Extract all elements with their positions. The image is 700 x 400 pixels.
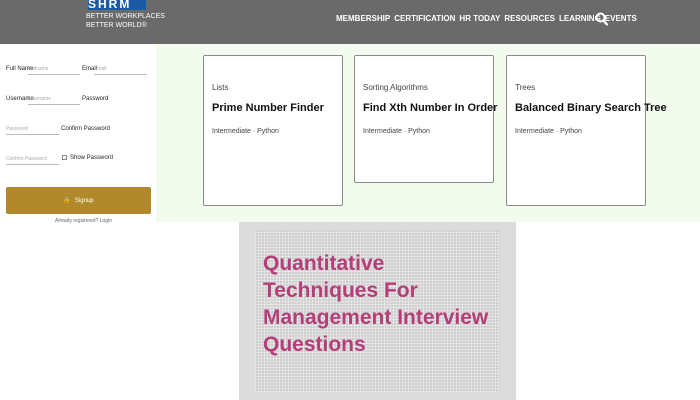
project-card[interactable]: Sorting Algorithms Find Xth Number In Or… bbox=[354, 55, 497, 183]
article-title: Quantitative Techniques For Management I… bbox=[263, 252, 489, 356]
card-title[interactable]: Prime Number Finder bbox=[212, 102, 324, 114]
login-link[interactable]: Already registered? Login bbox=[55, 218, 112, 224]
main-nav: MEMBERSHIP CERTIFICATION HR TODAY RESOUR… bbox=[336, 14, 637, 23]
logo-text[interactable]: SHRM bbox=[88, 0, 131, 11]
card-meta: Intermediate · Python bbox=[363, 128, 430, 135]
project-card[interactable]: Lists Prime Number Finder Intermediate ·… bbox=[203, 55, 343, 206]
logo-tagline-line-1: BETTER WORKPLACES bbox=[86, 13, 165, 20]
show-password-checkbox[interactable] bbox=[62, 155, 67, 160]
confirm-password-input[interactable] bbox=[6, 153, 59, 165]
card-title[interactable]: Find Xth Number In Order bbox=[363, 102, 497, 114]
article-thumbnail[interactable]: Quantitative Techniques For Management I… bbox=[239, 222, 516, 400]
signup-form: Full Name Email Username Password Confir… bbox=[0, 44, 156, 224]
nav-events[interactable]: EVENTS bbox=[605, 14, 637, 23]
card-category: Trees bbox=[515, 83, 536, 92]
signup-button-label: Signup bbox=[74, 198, 94, 204]
lock-icon: 🔒 bbox=[63, 198, 71, 204]
project-cards-strip: Lists Prime Number Finder Intermediate ·… bbox=[156, 44, 700, 222]
nav-certification[interactable]: CERTIFICATION bbox=[394, 14, 455, 23]
card-title[interactable]: Balanced Binary Search Tree bbox=[515, 102, 667, 114]
username-input[interactable] bbox=[28, 93, 80, 105]
top-navigation-bar: SHRM BETTER WORKPLACES BETTER WORLD® MEM… bbox=[0, 0, 700, 44]
signup-button[interactable]: 🔒 Signup bbox=[6, 187, 151, 214]
password-label: Password bbox=[82, 96, 109, 102]
card-category: Lists bbox=[212, 83, 229, 92]
card-category: Sorting Algorithms bbox=[363, 83, 428, 92]
card-meta: Intermediate · Python bbox=[212, 128, 279, 135]
nav-membership[interactable]: MEMBERSHIP bbox=[336, 14, 390, 23]
confirm-password-label: Confirm Password bbox=[61, 126, 111, 132]
article-image[interactable]: Quantitative Techniques For Management I… bbox=[255, 230, 500, 392]
card-meta: Intermediate · Python bbox=[515, 128, 582, 135]
email-input[interactable] bbox=[94, 63, 147, 75]
logo-tagline: BETTER WORKPLACES BETTER WORLD® bbox=[86, 12, 165, 30]
show-password-label: Show Password bbox=[70, 155, 114, 161]
logo-tagline-line-2: BETTER WORLD® bbox=[86, 22, 147, 29]
password-input[interactable] bbox=[6, 123, 59, 135]
nav-resources[interactable]: RESOURCES bbox=[504, 14, 555, 23]
full-name-input[interactable] bbox=[28, 63, 80, 75]
project-card[interactable]: Trees Balanced Binary Search Tree Interm… bbox=[506, 55, 667, 206]
search-icon[interactable] bbox=[595, 12, 608, 26]
nav-hr-today[interactable]: HR TODAY bbox=[459, 14, 500, 23]
